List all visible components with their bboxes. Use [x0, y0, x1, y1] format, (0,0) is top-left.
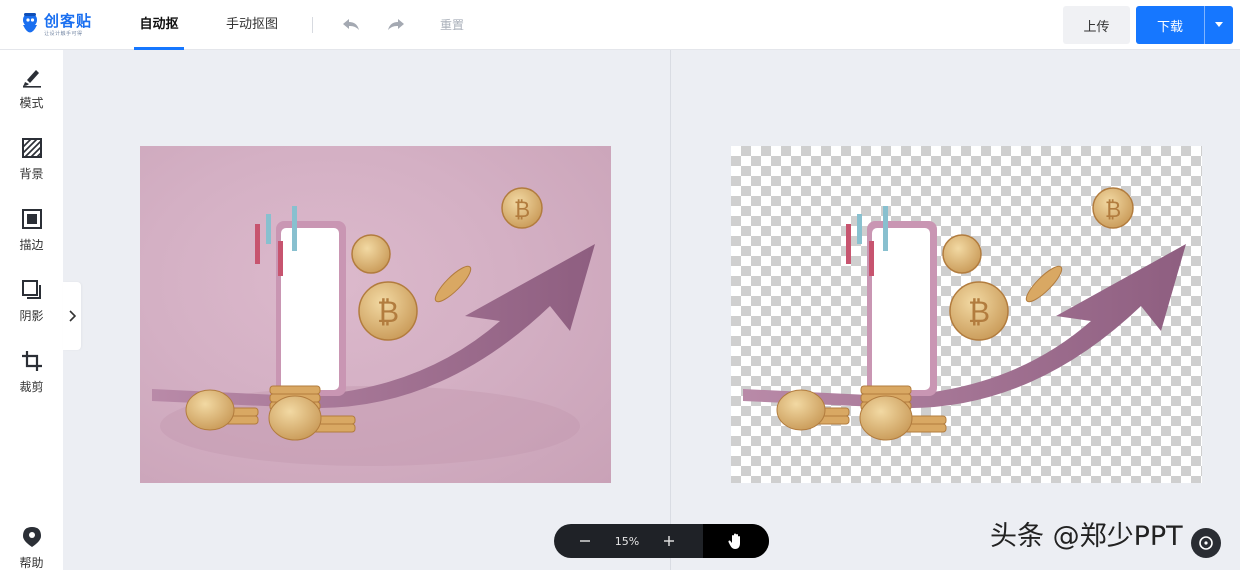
- result-image[interactable]: ₿ ₿: [731, 146, 1202, 483]
- zoom-toolbar: 15%: [554, 524, 769, 558]
- sidebar-item-background[interactable]: 背景: [0, 121, 63, 191]
- zoom-level: 15%: [614, 534, 640, 548]
- cutout-scene-illustration: ₿ ₿: [743, 187, 1186, 441]
- sidebar-item-label: 模式: [19, 96, 44, 110]
- logo-tagline: 让设计触手可得: [44, 30, 83, 37]
- sidebar-item-help[interactable]: 帮助: [0, 510, 63, 570]
- svg-text:₿: ₿: [377, 295, 399, 330]
- shadow-square-icon: [21, 279, 43, 301]
- download-label[interactable]: 下载: [1136, 6, 1204, 44]
- logo-mascot-icon: [20, 12, 40, 38]
- minus-icon: [580, 540, 590, 542]
- zoom-out-button[interactable]: [570, 524, 600, 558]
- pan-tool-button[interactable]: [703, 524, 769, 558]
- sidebar-item-label: 帮助: [19, 556, 44, 570]
- sidebar-item-crop[interactable]: 裁剪: [0, 334, 63, 404]
- sidebar-item-mode[interactable]: 模式: [0, 50, 63, 120]
- sidebar-item-shadow[interactable]: 阴影: [0, 263, 63, 333]
- redo-button[interactable]: [384, 13, 408, 37]
- logo-name: 创客贴: [44, 11, 93, 30]
- svg-text:₿: ₿: [968, 295, 990, 330]
- svg-text:₿: ₿: [514, 198, 530, 223]
- stroke-square-icon: [21, 208, 43, 230]
- floating-help-button[interactable]: [1191, 528, 1221, 558]
- help-pin-icon: [21, 526, 43, 548]
- reset-button[interactable]: 重置: [440, 0, 464, 50]
- sidebar-item-label: 描边: [19, 238, 44, 252]
- background-hatch-icon: [21, 137, 43, 159]
- toolbar-divider: [312, 17, 313, 33]
- undo-icon: [343, 19, 359, 30]
- redo-icon: [388, 19, 404, 30]
- original-image[interactable]: ₿ ₿: [140, 146, 611, 483]
- expand-panel-button[interactable]: [63, 282, 81, 350]
- tab-manual-cutout[interactable]: 手动抠图: [226, 0, 278, 50]
- download-options-button[interactable]: [1204, 6, 1233, 44]
- sidebar-item-label: 阴影: [19, 309, 44, 323]
- sidebar-item-stroke[interactable]: 描边: [0, 192, 63, 262]
- sidebar: 模式 背景 描边 阴影 裁剪 帮助: [0, 50, 63, 570]
- sidebar-item-label: 裁剪: [19, 380, 44, 394]
- sidebar-item-label: 背景: [19, 167, 44, 181]
- chat-bubble-icon: [1199, 536, 1213, 550]
- tab-auto-cutout[interactable]: 自动抠图: [134, 0, 184, 82]
- upload-button[interactable]: 上传: [1063, 6, 1130, 44]
- download-button[interactable]: 下载: [1136, 6, 1233, 44]
- top-bar: 创客贴 让设计触手可得 自动抠图 手动抠图 重置 上传 下载: [0, 0, 1240, 82]
- watermark-text: 头条 @郑少PPT: [990, 521, 1183, 552]
- logo[interactable]: 创客贴 让设计触手可得: [20, 9, 102, 41]
- original-scene-illustration: ₿ ₿: [152, 187, 595, 466]
- chevron-right-icon: [69, 310, 76, 322]
- caret-down-icon: [1215, 22, 1223, 27]
- canvas-divider: [670, 50, 671, 570]
- brush-icon: [21, 66, 43, 88]
- crop-icon: [21, 350, 43, 372]
- plus-icon: [664, 536, 674, 546]
- hand-icon: [728, 533, 740, 549]
- svg-text:₿: ₿: [1105, 198, 1121, 223]
- undo-button[interactable]: [339, 13, 363, 37]
- zoom-in-button[interactable]: [654, 524, 684, 558]
